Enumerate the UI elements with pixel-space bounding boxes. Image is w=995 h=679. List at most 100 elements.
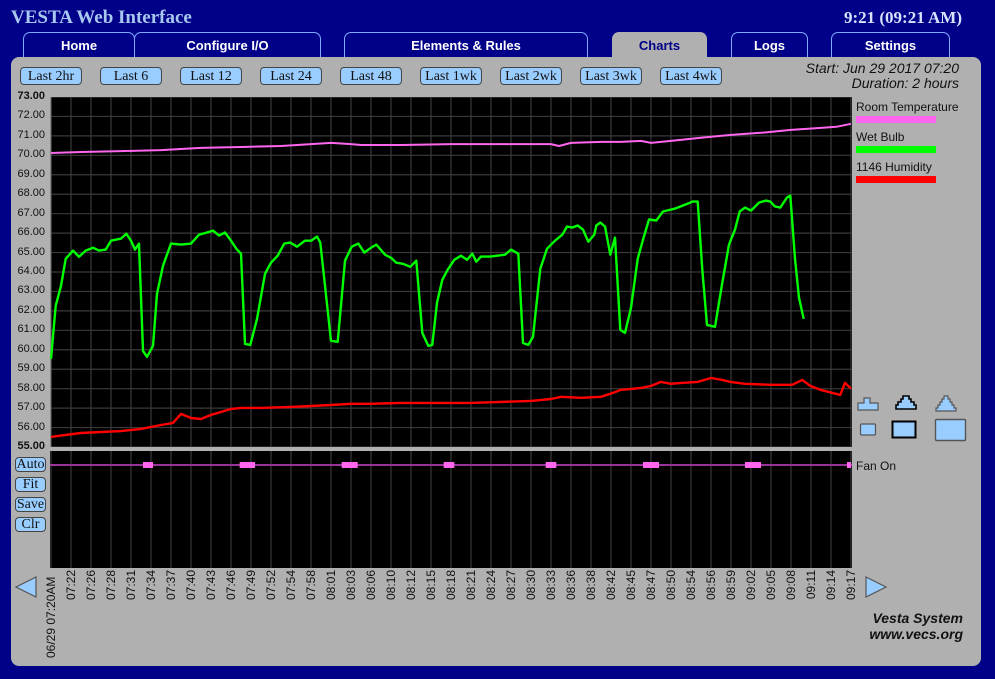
x-tick-label-wrap: 07:40 — [184, 570, 198, 660]
range-button-last-1wk[interactable]: Last 1wk — [420, 67, 482, 85]
tab-charts[interactable]: Charts — [612, 32, 707, 59]
x-tick-label: 09:08 — [784, 570, 798, 601]
x-tick-label-wrap: 08:15 — [424, 570, 438, 660]
y-tick-label: 72.00 — [17, 109, 45, 122]
fan-on-segment — [341, 462, 358, 468]
x-tick-label-wrap: 07:31 — [124, 570, 138, 660]
x-tick-label-wrap: 08:56 — [704, 570, 718, 660]
range-button-last-48[interactable]: Last 48 — [340, 67, 402, 85]
x-tick-label-wrap: 07:34 — [144, 570, 158, 660]
y-tick-label: 71.00 — [17, 128, 45, 141]
fit-button[interactable]: Fit — [15, 477, 46, 492]
x-tick-label-wrap: 07:22 — [64, 570, 78, 660]
x-tick-label: 08:47 — [644, 570, 658, 601]
range-button-last-12[interactable]: Last 12 — [180, 67, 242, 85]
x-tick-label-wrap: 09:14 — [824, 570, 838, 660]
tab-elements-rules[interactable]: Elements & Rules — [344, 32, 588, 58]
x-tick-label-wrap: 07:37 — [164, 570, 178, 660]
x-tick-label-wrap: 08:12 — [404, 570, 418, 660]
y-tick-label: 59.00 — [17, 362, 45, 375]
x-tick-label: 08:01 — [324, 570, 338, 601]
x-tick-label: 09:17 — [844, 570, 858, 601]
legend-label[interactable]: Wet Bulb — [856, 130, 904, 144]
zoom-in-medium-icon[interactable] — [893, 394, 919, 414]
range-button-last-2hr[interactable]: Last 2hr — [20, 67, 82, 85]
footer-url[interactable]: www.vecs.org — [869, 626, 963, 642]
range-button-last-6[interactable]: Last 6 — [100, 67, 162, 85]
prev-period-arrow-icon[interactable] — [14, 575, 38, 599]
size-small-icon[interactable] — [859, 422, 879, 438]
x-tick-label: 08:10 — [384, 570, 398, 601]
x-tick-label: 08:24 — [484, 570, 498, 601]
y-tick-label: 66.00 — [17, 226, 45, 239]
y-tick-label: 67.00 — [17, 206, 45, 219]
x-tick-label: 08:15 — [424, 570, 438, 601]
range-button-last-2wk[interactable]: Last 2wk — [500, 67, 562, 85]
legend-label[interactable]: 1146 Humidity — [856, 160, 932, 174]
fan-chart[interactable] — [50, 451, 852, 568]
x-tick-label-wrap: 08:27 — [504, 570, 518, 660]
x-tick-label-wrap: 07:54 — [284, 570, 298, 660]
y-tick-label: 61.00 — [17, 323, 45, 336]
x-tick-label: 08:45 — [624, 570, 638, 601]
zoom-in-small-icon[interactable] — [855, 396, 881, 414]
x-tick-label-wrap: 08:38 — [584, 570, 598, 660]
fan-on-segment — [545, 462, 557, 468]
range-button-last-3wk[interactable]: Last 3wk — [580, 67, 642, 85]
y-tick-label: 56.00 — [17, 420, 45, 433]
tab-logs[interactable]: Logs — [731, 32, 808, 58]
range-button-last-4wk[interactable]: Last 4wk — [660, 67, 722, 85]
x-tick-label-wrap: 08:03 — [344, 570, 358, 660]
save-button[interactable]: Save — [15, 497, 46, 512]
x-tick-label: 07:31 — [124, 570, 138, 601]
x-tick-label: 06/29 07:20AM — [44, 576, 58, 658]
auto-button[interactable]: Auto — [15, 457, 46, 472]
fan-on-segment — [745, 462, 761, 468]
y-tick-label: 63.00 — [17, 284, 45, 297]
y-tick-label: 62.00 — [17, 303, 45, 316]
legend-label[interactable]: Room Temperature — [856, 100, 959, 114]
clock: 9:21 (09:21 AM) — [843, 8, 962, 27]
range-button-last-24[interactable]: Last 24 — [260, 67, 322, 85]
x-tick-label: 08:38 — [584, 570, 598, 601]
x-tick-label: 08:50 — [664, 570, 678, 601]
x-tick-label-wrap: 09:17 — [844, 570, 858, 660]
legend-swatch — [856, 176, 936, 183]
zoom-in-large-icon[interactable] — [933, 394, 959, 414]
x-tick-label: 08:42 — [604, 570, 618, 601]
x-tick-label: 08:54 — [684, 570, 698, 601]
x-tick-label-wrap: 08:24 — [484, 570, 498, 660]
footer-branding: Vesta System www.vecs.org — [869, 610, 963, 642]
x-tick-label-wrap: 08:18 — [444, 570, 458, 660]
x-tick-label-wrap: 09:11 — [804, 570, 818, 660]
x-tick-label: 09:11 — [804, 570, 818, 600]
clr-button[interactable]: Clr — [15, 517, 46, 532]
tab-configure-i-o[interactable]: Configure I/O — [134, 32, 321, 58]
x-tick-label: 08:36 — [564, 570, 578, 601]
tab-home[interactable]: Home — [23, 32, 135, 58]
x-tick-label-wrap: 07:43 — [204, 570, 218, 660]
x-tick-label-wrap: 09:02 — [744, 570, 758, 660]
size-large-icon[interactable] — [934, 418, 968, 444]
main-chart[interactable] — [50, 97, 852, 447]
x-tick-label: 07:37 — [164, 570, 178, 601]
x-tick-label-wrap: 07:58 — [304, 570, 318, 660]
next-period-arrow-icon[interactable] — [864, 575, 888, 599]
x-tick-label-wrap: 06/29 07:20AM — [44, 570, 58, 660]
size-medium-icon[interactable] — [891, 420, 919, 440]
y-tick-label: 68.00 — [17, 187, 45, 200]
legend-swatch — [856, 116, 936, 123]
duration: Duration: 2 hours — [851, 75, 959, 91]
x-tick-label: 07:54 — [284, 570, 298, 601]
x-tick-label: 07:43 — [204, 570, 218, 601]
x-tick-label: 07:49 — [244, 570, 258, 601]
x-tick-label: 07:46 — [224, 570, 238, 601]
x-tick-label: 07:26 — [84, 570, 98, 601]
x-tick-label: 08:18 — [444, 570, 458, 601]
tab-settings[interactable]: Settings — [831, 32, 950, 58]
x-tick-label: 07:58 — [304, 570, 318, 601]
x-tick-label-wrap: 09:05 — [764, 570, 778, 660]
x-tick-label: 07:22 — [64, 570, 78, 601]
x-tick-label-wrap: 08:21 — [464, 570, 478, 660]
x-tick-label-wrap: 07:28 — [104, 570, 118, 660]
